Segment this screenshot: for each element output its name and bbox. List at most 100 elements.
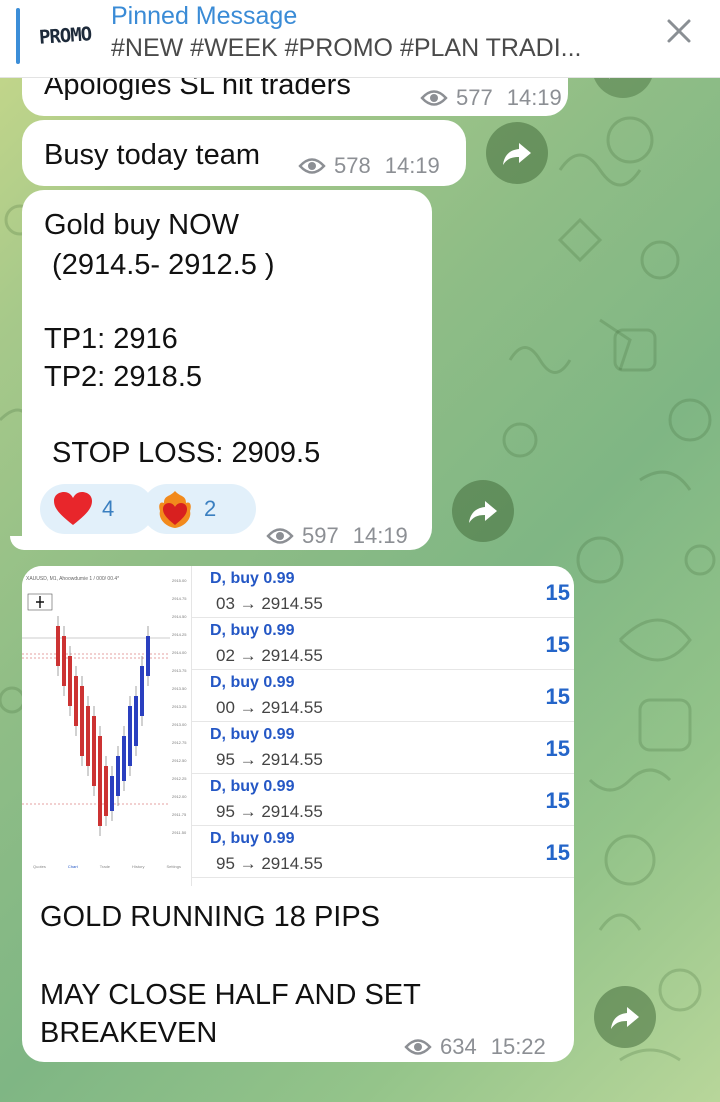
position-title: D, buy 0.99 xyxy=(210,570,295,587)
position-title: D, buy 0.99 xyxy=(210,726,295,743)
chart-axis-label: 2912.75 xyxy=(172,740,187,745)
chart-axis-label: 2914.50 xyxy=(172,614,187,619)
forward-button[interactable] xyxy=(594,986,656,1048)
candle-body xyxy=(104,766,108,816)
message-line: GOLD RUNNING 18 PIPS xyxy=(40,901,381,933)
red-heart-icon xyxy=(54,492,92,525)
eye-icon xyxy=(420,90,448,106)
chart-axis-label: 2912.25 xyxy=(172,776,187,781)
position-prices: 00 → 2914.55 xyxy=(216,698,323,717)
position-row: D, buy 0.99 95 → 2914.55 15 xyxy=(192,774,574,826)
candle-body xyxy=(122,736,126,781)
position-profit: 15 xyxy=(545,736,570,761)
chart-axis-label: 2913.25 xyxy=(172,704,187,709)
candle-body xyxy=(62,636,66,686)
reaction-heart[interactable]: 4 xyxy=(40,484,154,534)
chart-price-axis: 2915.00 2914.75 2914.50 2914.25 2914.00 2913.… xyxy=(170,578,192,848)
forward-button[interactable] xyxy=(486,122,548,184)
position-prices: 03 → 2914.55 xyxy=(216,594,323,613)
position-profit: 15 xyxy=(545,840,570,865)
message-line: STOP LOSS: 2909.5 xyxy=(44,437,321,469)
message-line: TP2: 2918.5 xyxy=(44,361,202,393)
eye-icon xyxy=(266,528,294,544)
forward-icon xyxy=(611,1007,639,1029)
pinned-message-bar[interactable]: PROMO Pinned Message #NEW #WEEK #PROMO #… xyxy=(0,0,720,78)
candle-body xyxy=(86,706,90,766)
tab-trade: Trade xyxy=(99,864,111,869)
chart-axis-label: 2913.00 xyxy=(172,722,187,727)
tab-settings: Settings xyxy=(166,864,181,869)
chart-axis-label: 2911.75 xyxy=(172,812,187,817)
position-row: D, buy 0.99 00 → 2914.55 15 xyxy=(192,670,574,722)
message-meta: 597 14:19 xyxy=(266,517,408,555)
candle-body xyxy=(98,736,102,826)
pinned-indicator xyxy=(16,8,20,64)
candle-body xyxy=(110,776,114,811)
message-line: (2914.5- 2912.5 ) xyxy=(44,249,275,281)
position-prices: 95 → 2914.55 xyxy=(216,802,323,821)
chart-axis-label: 2913.75 xyxy=(172,668,187,673)
candle-body xyxy=(146,636,150,676)
position-profit: 15 xyxy=(545,788,570,813)
message-bubble[interactable]: Busy today team 578 14:19 xyxy=(22,120,466,186)
tab-history: History xyxy=(132,864,145,869)
position-profit: 15 xyxy=(545,632,570,657)
message-time: 14:19 xyxy=(352,523,408,548)
forward-icon xyxy=(503,143,531,165)
position-prices: 95 → 2914.55 xyxy=(216,750,323,769)
candle-body xyxy=(92,716,96,786)
candle-body xyxy=(116,756,120,796)
position-title: D, buy 0.99 xyxy=(210,778,295,795)
trading-chart-screenshot: XAUUSD, M1, Ahoowdumie 1 / 000/ 00.4* 29… xyxy=(22,566,192,886)
bubble-tail xyxy=(10,536,30,550)
heart-on-fire-icon xyxy=(159,491,191,528)
position-profit: 15 xyxy=(545,684,570,709)
message-time: 14:19 xyxy=(506,85,562,110)
message-line: MAY CLOSE HALF AND SET xyxy=(40,979,421,1011)
pinned-thumbnail: PROMO xyxy=(32,12,98,60)
chart-axis-label: 2913.50 xyxy=(172,686,187,691)
candle-body xyxy=(80,686,84,756)
message-line: BREAKEVEN xyxy=(40,1017,218,1049)
view-count: 634 xyxy=(440,1034,477,1059)
chart-axis-label: 2914.75 xyxy=(172,596,187,601)
position-title: D, buy 0.99 xyxy=(210,830,295,847)
position-row: D, buy 0.99 03 → 2914.55 15 xyxy=(192,566,574,618)
message-time: 14:19 xyxy=(384,153,440,178)
tab-quotes: Quotes xyxy=(33,864,46,869)
eye-icon xyxy=(298,158,326,174)
message-bubble[interactable]: Gold buy NOW (2914.5- 2912.5 ) TP1: 2916… xyxy=(22,190,432,550)
chart-axis-label: 2912.00 xyxy=(172,794,187,799)
candle-body xyxy=(134,696,138,746)
pinned-text: #NEW #WEEK #PROMO #PLAN TRADI... xyxy=(111,34,582,62)
view-count: 578 xyxy=(334,153,371,178)
position-profit: 15 xyxy=(545,580,570,605)
candle-body xyxy=(56,626,60,666)
chart-bottom-tabs: Quotes Chart Trade History Settings xyxy=(22,864,192,886)
reaction-heart-on-fire[interactable]: 2 xyxy=(142,484,256,534)
chart-axis-label: 2911.50 xyxy=(172,830,187,835)
position-row: D, buy 0.99 02 → 2914.55 15 xyxy=(192,618,574,670)
message-line: TP1: 2916 xyxy=(44,323,178,355)
candle-body xyxy=(128,706,132,766)
forward-button[interactable] xyxy=(452,480,514,542)
message-time: 15:22 xyxy=(490,1034,546,1059)
candle-body xyxy=(140,666,144,716)
reaction-count: 2 xyxy=(204,496,217,521)
position-prices: 95 → 2914.55 xyxy=(216,854,323,873)
message-meta: 634 15:22 xyxy=(404,1028,546,1066)
view-count: 577 xyxy=(456,85,493,110)
candlestick-chart xyxy=(22,593,170,836)
chart-axis-label: 2914.25 xyxy=(172,632,187,637)
chart-axis-label: 2914.00 xyxy=(172,650,187,655)
tab-chart: Chart xyxy=(67,864,78,869)
message-image[interactable]: XAUUSD, M1, Ahoowdumie 1 / 000/ 00.4* 29… xyxy=(22,566,574,886)
close-icon[interactable] xyxy=(664,16,694,46)
message-line: Gold buy NOW xyxy=(44,209,239,241)
message-meta: 578 14:19 xyxy=(298,147,440,185)
position-prices: 02 → 2914.55 xyxy=(216,646,323,665)
position-row: D, buy 0.99 95 → 2914.55 15 xyxy=(192,722,574,774)
chart-axis-label: 2915.00 xyxy=(172,578,187,583)
pinned-title: Pinned Message xyxy=(111,2,298,30)
message-text: Busy today team xyxy=(44,139,260,171)
